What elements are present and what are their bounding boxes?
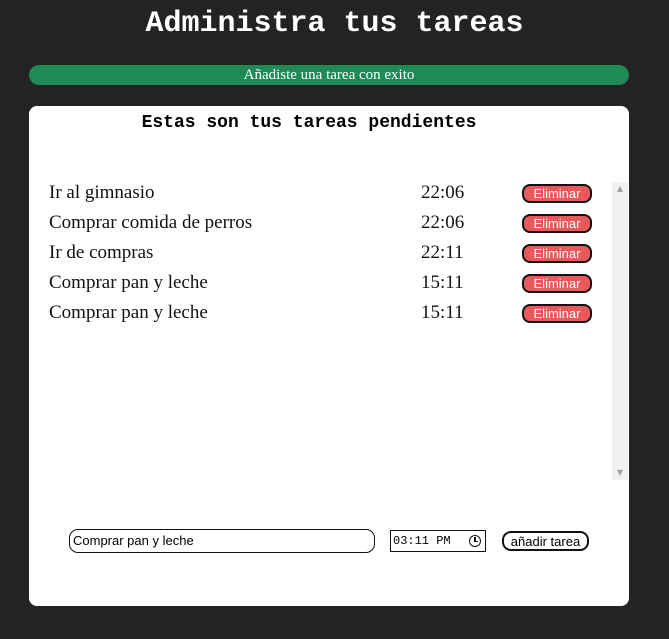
delete-task-button[interactable]: Eliminar (522, 244, 592, 263)
scroll-down-arrow-icon[interactable]: ▼ (612, 466, 628, 480)
delete-task-button[interactable]: Eliminar (522, 304, 592, 323)
task-list-scrollbar[interactable]: ▲ ▼ (612, 182, 628, 480)
task-row: Comprar comida de perros 22:06 Eliminar (29, 210, 599, 240)
task-row: Ir de compras 22:11 Eliminar (29, 240, 599, 270)
task-row: Comprar pan y leche 15:11 Eliminar (29, 300, 599, 330)
tasks-card: Estas son tus tareas pendientes Ir al gi… (29, 106, 629, 606)
task-name: Comprar pan y leche (49, 272, 208, 293)
task-time: 15:11 (421, 272, 464, 293)
scroll-up-arrow-icon[interactable]: ▲ (612, 182, 628, 196)
task-name: Ir al gimnasio (49, 182, 155, 203)
task-time: 22:06 (421, 212, 465, 233)
time-value: 03:11 PM (393, 534, 451, 548)
delete-task-button[interactable]: Eliminar (522, 214, 592, 233)
task-time: 22:06 (421, 182, 465, 203)
page-title: Administra tus tareas (145, 7, 524, 41)
task-row: Comprar pan y leche 15:11 Eliminar (29, 270, 599, 300)
card-title: Estas son tus tareas pendientes (141, 113, 477, 133)
task-time: 15:11 (421, 302, 464, 323)
success-alert: Añadiste una tarea con exito (29, 65, 629, 85)
task-name-input[interactable]: Comprar pan y leche (69, 529, 375, 553)
add-task-button[interactable]: añadir tarea (502, 531, 589, 551)
clock-icon[interactable] (469, 535, 481, 547)
task-name: Ir de compras (49, 242, 154, 263)
task-name: Comprar comida de perros (49, 212, 253, 233)
task-row: Ir al gimnasio 22:06 Eliminar (29, 180, 599, 210)
delete-task-button[interactable]: Eliminar (522, 184, 592, 203)
task-name: Comprar pan y leche (49, 302, 208, 323)
delete-task-button[interactable]: Eliminar (522, 274, 592, 293)
task-list: Ir al gimnasio 22:06 Eliminar Comprar co… (29, 180, 599, 480)
task-time: 22:11 (421, 242, 464, 263)
task-time-input[interactable]: 03:11 PM (390, 530, 486, 552)
